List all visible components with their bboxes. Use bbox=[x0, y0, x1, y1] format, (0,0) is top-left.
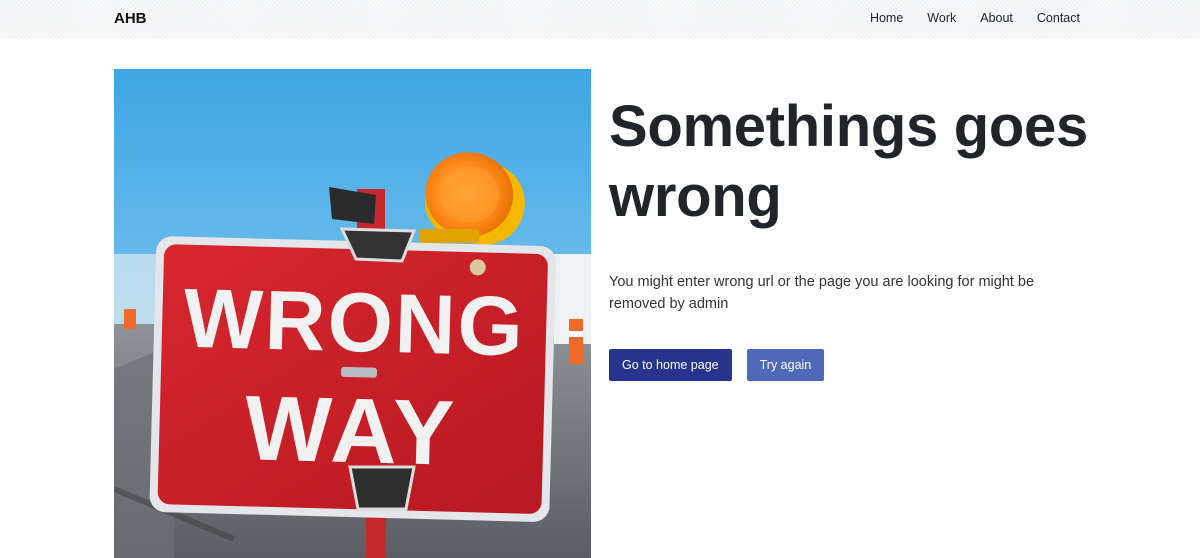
navbar: AHB Home Work About Contact bbox=[0, 0, 1200, 38]
nav-links: Home Work About Contact bbox=[870, 11, 1080, 25]
nav-link-work[interactable]: Work bbox=[927, 11, 956, 25]
error-message: You might enter wrong url or the page yo… bbox=[609, 274, 1035, 312]
try-again-button[interactable]: Try again bbox=[746, 349, 825, 381]
nav-link-contact[interactable]: Contact bbox=[1037, 11, 1080, 25]
nav-link-home[interactable]: Home bbox=[870, 11, 903, 25]
wrong-way-sign-image: WRONG WAY bbox=[114, 69, 591, 558]
brand-logo[interactable]: AHB bbox=[114, 10, 147, 27]
nav-link-about[interactable]: About bbox=[980, 11, 1013, 25]
action-buttons: Go to home page Try again bbox=[609, 349, 1089, 381]
sign-text-wrong: WRONG bbox=[182, 271, 526, 374]
page-title: Somethings goes wrong bbox=[609, 94, 1088, 229]
error-content: Somethings goes wrong You might enter wr… bbox=[609, 92, 1089, 381]
go-home-button[interactable]: Go to home page bbox=[609, 349, 732, 381]
